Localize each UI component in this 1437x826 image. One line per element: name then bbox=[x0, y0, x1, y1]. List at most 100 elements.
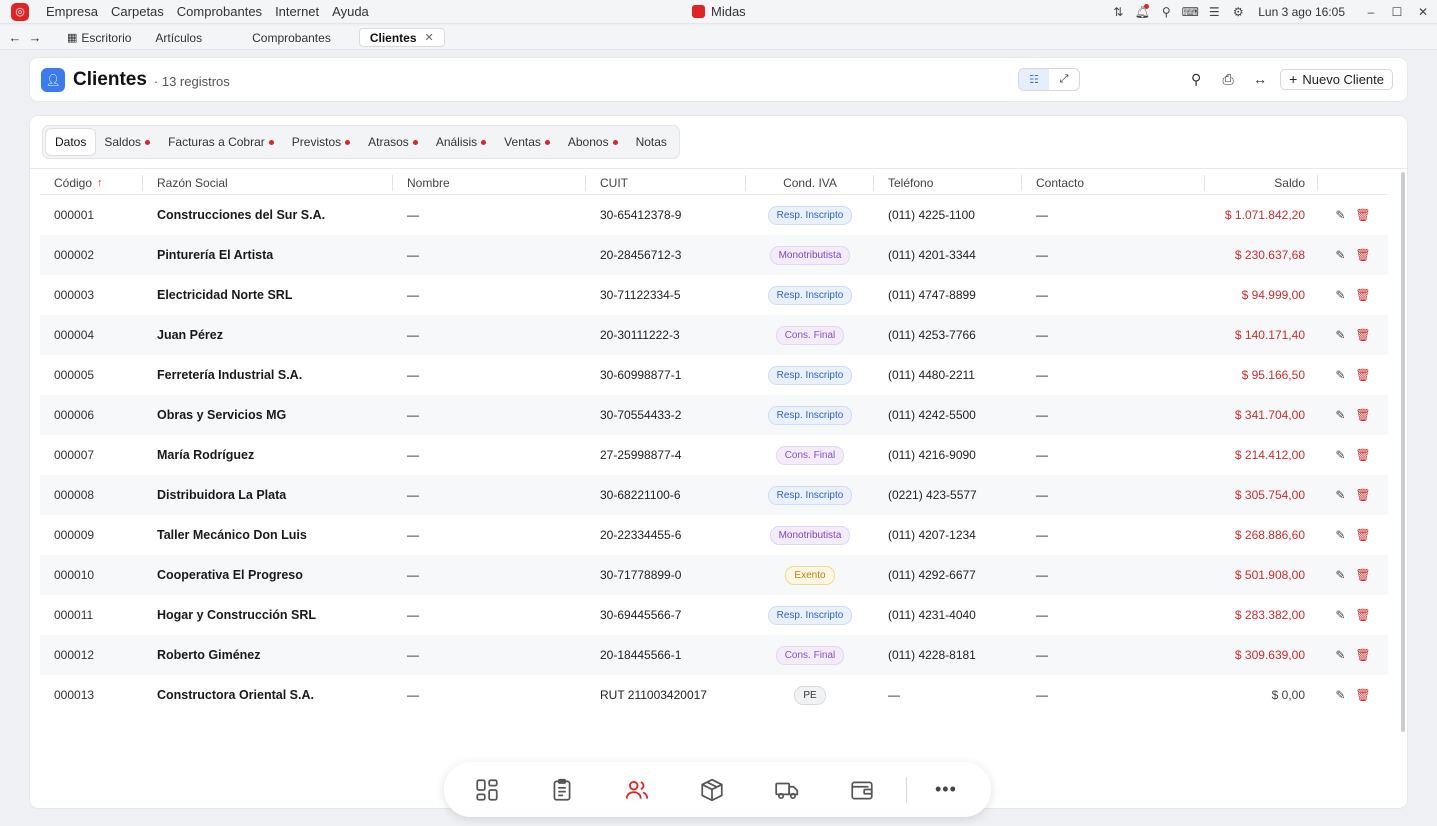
sliders-icon[interactable]: ☰ bbox=[1202, 0, 1226, 24]
col-razon-social[interactable]: Razón Social bbox=[143, 174, 393, 191]
delete-trash-icon[interactable]: 🗑︎ bbox=[1355, 288, 1370, 302]
delete-trash-icon[interactable]: 🗑︎ bbox=[1355, 328, 1370, 342]
edit-pencil-icon[interactable]: ✎ bbox=[1335, 328, 1345, 342]
subtab-datos[interactable]: Datos bbox=[46, 129, 96, 155]
search-icon[interactable]: ⚲ bbox=[1154, 0, 1178, 24]
minimize-icon[interactable]: – bbox=[1359, 0, 1383, 24]
tab-clientes[interactable]: Clientes ✕ bbox=[358, 28, 445, 47]
maximize-icon[interactable]: ☐ bbox=[1385, 0, 1409, 24]
tab-escritorio[interactable]: ▦ Escritorio bbox=[57, 28, 141, 47]
edit-pencil-icon[interactable]: ✎ bbox=[1335, 528, 1345, 542]
settings-gear-icon[interactable]: ⚙ bbox=[1226, 0, 1250, 24]
col-cond-iva[interactable]: Cond. IVA bbox=[746, 174, 874, 191]
delete-trash-icon[interactable]: 🗑︎ bbox=[1355, 448, 1370, 462]
delete-trash-icon[interactable]: 🗑︎ bbox=[1355, 208, 1370, 222]
record-count: · 13 registros bbox=[153, 74, 230, 89]
iva-badge: PE bbox=[794, 685, 826, 705]
close-tab-icon[interactable]: ✕ bbox=[425, 31, 434, 44]
table-row[interactable]: 000004 Juan Pérez — 20-30111222-3 Cons. Fina… bbox=[40, 315, 1388, 355]
subtab-abonos[interactable]: Abonos bbox=[559, 129, 627, 155]
subtab-label: Previstos bbox=[291, 135, 342, 149]
vertical-scrollbar[interactable] bbox=[1401, 172, 1405, 732]
expand-icon[interactable]: ⤢ bbox=[1049, 69, 1079, 90]
delete-trash-icon[interactable]: 🗑︎ bbox=[1355, 528, 1370, 542]
subtab-atrasos[interactable]: Atrasos bbox=[359, 129, 427, 155]
edit-pencil-icon[interactable]: ✎ bbox=[1335, 408, 1345, 422]
col-codigo[interactable]: Código ↑ bbox=[40, 174, 143, 191]
delete-trash-icon[interactable]: 🗑︎ bbox=[1355, 648, 1370, 662]
delete-trash-icon[interactable]: 🗑︎ bbox=[1355, 368, 1370, 382]
delete-trash-icon[interactable]: 🗑︎ bbox=[1355, 248, 1370, 262]
tab-articulos[interactable]: Artículos bbox=[145, 28, 212, 47]
subtab-previstos[interactable]: Previstos bbox=[283, 129, 359, 155]
edit-pencil-icon[interactable]: ✎ bbox=[1335, 608, 1345, 622]
table-row[interactable]: 000006 Obras y Servicios MG — 30-70554433-2… bbox=[40, 395, 1388, 435]
notification-bell-icon[interactable]: 🔔︎ bbox=[1130, 0, 1154, 24]
cell-cond-iva: Resp. Inscripto bbox=[746, 485, 874, 505]
menu-internet[interactable]: Internet bbox=[275, 4, 319, 19]
edit-pencil-icon[interactable]: ✎ bbox=[1335, 248, 1345, 262]
menu-carpetas[interactable]: Carpetas bbox=[111, 4, 164, 19]
cell-cond-iva: Resp. Inscripto bbox=[746, 285, 874, 305]
close-window-icon[interactable]: ✕ bbox=[1411, 0, 1435, 24]
forward-arrow-icon[interactable]: → bbox=[25, 30, 45, 45]
back-arrow-icon[interactable]: ← bbox=[5, 30, 25, 45]
truck-icon[interactable] bbox=[768, 771, 806, 809]
users-icon[interactable] bbox=[618, 771, 656, 809]
clients-table: Código ↑ Razón Social Nombre CUIT Cond. … bbox=[40, 171, 1388, 715]
table-row[interactable]: 000011 Hogar y Construcción SRL — 30-694455… bbox=[40, 595, 1388, 635]
menu-comprobantes[interactable]: Comprobantes bbox=[177, 4, 262, 19]
resize-width-icon[interactable]: ↔ bbox=[1244, 68, 1276, 90]
tab-comprobantes[interactable]: Comprobantes bbox=[242, 28, 341, 47]
delete-trash-icon[interactable]: 🗑︎ bbox=[1355, 488, 1370, 502]
table-row[interactable]: 000003 Electricidad Norte SRL — 30-71122334… bbox=[40, 275, 1388, 315]
search-icon[interactable]: ⚲ bbox=[1180, 68, 1212, 90]
subtab-facturas-a-cobrar[interactable]: Facturas a Cobrar bbox=[159, 129, 283, 155]
table-row[interactable]: 000002 Pinturería El Artista — 20-28456712-… bbox=[40, 235, 1388, 275]
edit-pencil-icon[interactable]: ✎ bbox=[1335, 448, 1345, 462]
table-row[interactable]: 000005 Ferretería Industrial S.A. — 30-6099… bbox=[40, 355, 1388, 395]
edit-pencil-icon[interactable]: ✎ bbox=[1335, 288, 1345, 302]
col-saldo[interactable]: Saldo bbox=[1205, 174, 1318, 191]
list-view-icon[interactable]: ☷ bbox=[1019, 69, 1049, 90]
edit-pencil-icon[interactable]: ✎ bbox=[1335, 488, 1345, 502]
edit-pencil-icon[interactable]: ✎ bbox=[1335, 648, 1345, 662]
edit-pencil-icon[interactable]: ✎ bbox=[1335, 368, 1345, 382]
new-client-button[interactable]: + Nuevo Cliente bbox=[1280, 68, 1393, 90]
edit-pencil-icon[interactable]: ✎ bbox=[1335, 688, 1345, 702]
menu-ayuda[interactable]: Ayuda bbox=[332, 4, 369, 19]
subtab-notas[interactable]: Notas bbox=[627, 129, 676, 155]
dashboard-icon[interactable] bbox=[468, 771, 506, 809]
table-row[interactable]: 000013 Constructora Oriental S.A. — RUT 211… bbox=[40, 675, 1388, 715]
print-icon[interactable]: ⎙ bbox=[1212, 68, 1244, 90]
delete-trash-icon[interactable]: 🗑︎ bbox=[1355, 408, 1370, 422]
more-options-icon[interactable]: ••• bbox=[935, 779, 957, 800]
subtab-ventas[interactable]: Ventas bbox=[495, 129, 559, 155]
table-row[interactable]: 000001 Construcciones del Sur S.A. — 30-654… bbox=[40, 195, 1388, 235]
bottom-dock: ••• bbox=[444, 762, 991, 817]
sync-icon[interactable]: ⇅ bbox=[1106, 0, 1130, 24]
menu-empresa[interactable]: Empresa bbox=[46, 4, 98, 19]
subtab-label: Ventas bbox=[504, 135, 541, 149]
clipboard-icon[interactable] bbox=[543, 771, 581, 809]
col-nombre[interactable]: Nombre bbox=[393, 174, 586, 191]
table-row[interactable]: 000012 Roberto Giménez — 20-18445566-1 Cons.… bbox=[40, 635, 1388, 675]
table-row[interactable]: 000008 Distribuidora La Plata — 30-68221100… bbox=[40, 475, 1388, 515]
col-cuit[interactable]: CUIT bbox=[586, 174, 746, 191]
delete-trash-icon[interactable]: 🗑︎ bbox=[1355, 608, 1370, 622]
wallet-icon[interactable] bbox=[843, 771, 881, 809]
delete-trash-icon[interactable]: 🗑︎ bbox=[1355, 688, 1370, 702]
table-row[interactable]: 000010 Cooperativa El Progreso — 30-7177889… bbox=[40, 555, 1388, 595]
box-icon[interactable] bbox=[693, 771, 731, 809]
cell-nombre: — bbox=[407, 648, 419, 662]
subtab-análisis[interactable]: Análisis bbox=[427, 129, 495, 155]
keyboard-icon[interactable]: ⌨ bbox=[1178, 0, 1202, 24]
delete-trash-icon[interactable]: 🗑︎ bbox=[1355, 568, 1370, 582]
subtab-saldos[interactable]: Saldos bbox=[95, 129, 159, 155]
col-contacto[interactable]: Contacto bbox=[1022, 174, 1205, 191]
edit-pencil-icon[interactable]: ✎ bbox=[1335, 208, 1345, 222]
table-row[interactable]: 000007 María Rodríguez — 27-25998877-4 Cons.… bbox=[40, 435, 1388, 475]
table-row[interactable]: 000009 Taller Mecánico Don Luis — 20-223344… bbox=[40, 515, 1388, 555]
edit-pencil-icon[interactable]: ✎ bbox=[1335, 568, 1345, 582]
col-telefono[interactable]: Teléfono bbox=[874, 174, 1022, 191]
